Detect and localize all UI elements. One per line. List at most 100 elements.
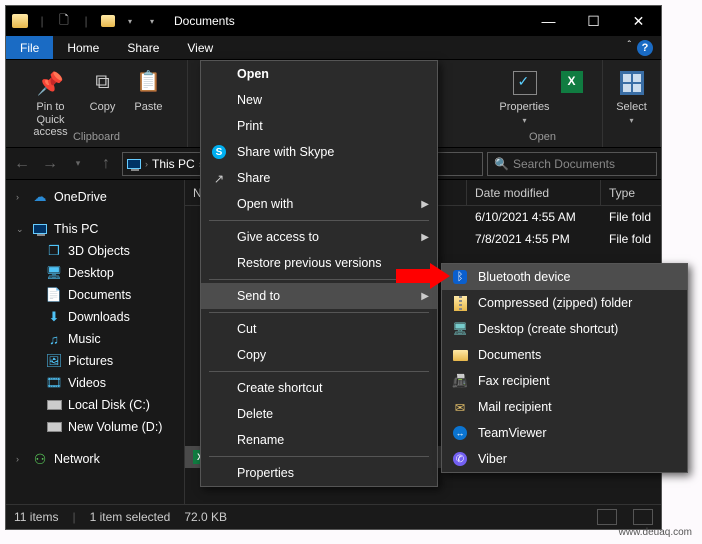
ctx-new[interactable]: New (201, 87, 437, 113)
cloud-icon: ☁ (32, 189, 48, 205)
nav-tree: ›☁OneDrive ⌄This PC ❒3D Objects 🖥Desktop… (6, 180, 185, 504)
ribbon-collapse-icon[interactable]: ˆ (628, 36, 637, 59)
sendto-documents[interactable]: Documents (442, 342, 687, 368)
tree-onedrive[interactable]: ›☁OneDrive (6, 186, 184, 208)
qat-dropdown-icon[interactable]: ▾ (120, 11, 140, 31)
videos-icon: 🎞 (46, 375, 62, 391)
chevron-right-icon: ▶ (421, 291, 429, 302)
qat-sep2: | (76, 11, 96, 31)
properties-button[interactable]: Properties ▾ (499, 67, 551, 125)
copy-icon: ⧉ (95, 71, 109, 99)
maximize-button[interactable]: ☐ (571, 6, 616, 36)
tree-localdisk-c[interactable]: Local Disk (C:) (6, 394, 184, 416)
tab-home[interactable]: Home (53, 36, 113, 59)
sendto-teamviewer[interactable]: ↔TeamViewer (442, 420, 687, 446)
sendto-zip[interactable]: Compressed (zipped) folder (442, 290, 687, 316)
properties-icon (513, 71, 537, 99)
qat-save-icon[interactable]: 🗋 (54, 11, 74, 31)
tab-file[interactable]: File (6, 36, 53, 59)
select-label: Select (616, 101, 647, 114)
excel-icon: X (561, 71, 583, 93)
ctx-openwith[interactable]: Open with▶ (201, 191, 437, 217)
excel-launch-button[interactable]: X (557, 67, 587, 93)
folder-icon (453, 350, 468, 361)
sendto-fax[interactable]: 📠Fax recipient (442, 368, 687, 394)
teamviewer-icon: ↔ (453, 426, 467, 440)
tree-newvolume-d[interactable]: New Volume (D:) (6, 416, 184, 438)
skype-icon: S (212, 145, 226, 159)
ctx-access[interactable]: Give access to▶ (201, 224, 437, 250)
help-button[interactable]: ? (637, 40, 653, 56)
col-date[interactable]: Date modified (467, 180, 601, 205)
status-item-count: 11 items (14, 510, 58, 524)
desktop-icon: 🖥 (46, 265, 62, 281)
up-button[interactable]: ↑ (94, 152, 118, 176)
paste-button[interactable]: 📋 Paste (129, 67, 169, 114)
close-button[interactable]: ✕ (616, 6, 661, 36)
sendto-desktop[interactable]: 🖥Desktop (create shortcut) (442, 316, 687, 342)
recent-dropdown[interactable]: ▾ (66, 152, 90, 176)
pin-quick-access-button[interactable]: 📌 Pin to Quick access (25, 67, 77, 139)
copy-button[interactable]: ⧉ Copy (83, 67, 123, 114)
tree-thispc[interactable]: ⌄This PC (6, 218, 184, 240)
minimize-button[interactable]: — (526, 6, 571, 36)
chevron-right-icon: ▶ (421, 199, 429, 210)
ctx-open[interactable]: Open (201, 61, 437, 87)
tree-music[interactable]: ♫Music (6, 328, 184, 350)
thispc-icon (127, 159, 141, 169)
viber-icon: ✆ (453, 452, 467, 466)
download-icon: ⬇ (46, 309, 62, 325)
ctx-properties[interactable]: Properties (201, 460, 437, 486)
qat-folder-icon[interactable] (98, 11, 118, 31)
tree-3dobjects[interactable]: ❒3D Objects (6, 240, 184, 262)
pin-label: Pin to Quick access (25, 101, 77, 139)
qat-overflow-icon[interactable]: ▾ (142, 11, 162, 31)
network-icon: ⚇ (32, 451, 48, 467)
share-icon: ↗ (209, 171, 229, 186)
ctx-share[interactable]: ↗Share (201, 165, 437, 191)
breadcrumb-thispc[interactable]: This PC (152, 157, 195, 171)
pictures-icon: 🖼 (46, 353, 62, 369)
ctx-shortcut[interactable]: Create shortcut (201, 375, 437, 401)
status-size: 72.0 KB (184, 510, 227, 524)
back-button[interactable]: ← (10, 152, 34, 176)
qat-sep: | (32, 11, 52, 31)
paste-label: Paste (134, 101, 162, 114)
tab-share[interactable]: Share (113, 36, 173, 59)
tree-videos[interactable]: 🎞Videos (6, 372, 184, 394)
sendto-mail[interactable]: ✉Mail recipient (442, 394, 687, 420)
tree-downloads[interactable]: ⬇Downloads (6, 306, 184, 328)
documents-icon: 📄 (46, 287, 62, 303)
select-button[interactable]: Select ▾ (612, 67, 652, 125)
chevron-right-icon: ▶ (421, 232, 429, 243)
status-bar: 11 items | 1 item selected 72.0 KB (6, 504, 661, 528)
ribbon-tabs: File Home Share View ˆ ? (6, 36, 661, 60)
ctx-print[interactable]: Print (201, 113, 437, 139)
search-placeholder: Search Documents (513, 157, 615, 171)
tree-network[interactable]: ›⚇Network (6, 448, 184, 470)
tab-view[interactable]: View (173, 36, 227, 59)
search-box[interactable]: 🔍 Search Documents (487, 152, 657, 176)
view-large-button[interactable] (633, 509, 653, 525)
forward-button[interactable]: → (38, 152, 62, 176)
view-details-button[interactable] (597, 509, 617, 525)
tree-documents[interactable]: 📄Documents (6, 284, 184, 306)
sendto-bluetooth[interactable]: ᛒBluetooth device (442, 264, 687, 290)
watermark: www.deuaq.com (619, 527, 692, 538)
annotation-arrow (396, 261, 452, 291)
context-menu-sendto: ᛒBluetooth device Compressed (zipped) fo… (441, 263, 688, 473)
ctx-delete[interactable]: Delete (201, 401, 437, 427)
monitor-icon (32, 221, 48, 237)
ctx-skype[interactable]: SShare with Skype (201, 139, 437, 165)
tree-pictures[interactable]: 🖼Pictures (6, 350, 184, 372)
ribbon-group-open: Open (529, 131, 556, 145)
ctx-copy[interactable]: Copy (201, 342, 437, 368)
mail-icon: ✉ (450, 400, 470, 415)
col-type[interactable]: Type (601, 180, 661, 205)
titlebar: | 🗋 | ▾ ▾ Documents — ☐ ✕ (6, 6, 661, 36)
tree-desktop[interactable]: 🖥Desktop (6, 262, 184, 284)
sendto-viber[interactable]: ✆Viber (442, 446, 687, 472)
folder-icon (10, 11, 30, 31)
ctx-rename[interactable]: Rename (201, 427, 437, 453)
ctx-cut[interactable]: Cut (201, 316, 437, 342)
